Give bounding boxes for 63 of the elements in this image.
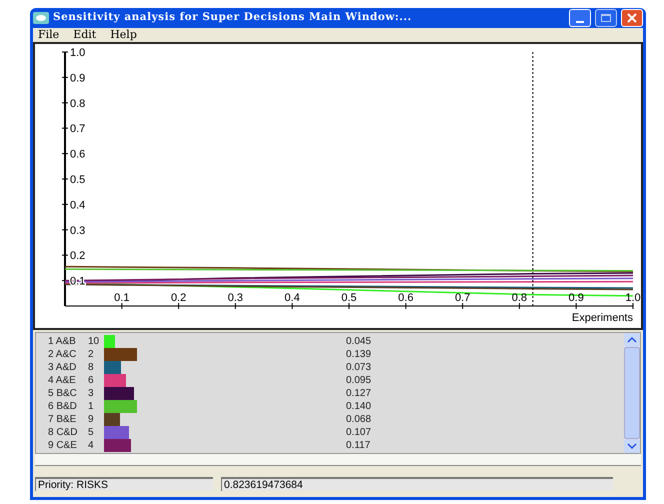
item-value: 0.095 bbox=[346, 374, 372, 388]
y-tick-label: 0.3 bbox=[70, 224, 86, 237]
y-tick-label: 0.4 bbox=[70, 199, 86, 212]
item-label: 2 A&C bbox=[47, 348, 78, 362]
scrollbar-thumb[interactable] bbox=[624, 347, 640, 439]
scroll-up-icon[interactable] bbox=[624, 333, 640, 347]
x-tick-label: 0.5 bbox=[341, 292, 357, 304]
x-tick-label: 0.1 bbox=[114, 292, 130, 304]
y-tick-label: 0.5 bbox=[70, 174, 86, 186]
item-label: 4 A&E bbox=[47, 374, 77, 388]
x-tick-label: 0.6 bbox=[398, 292, 414, 304]
item-rank: 3 bbox=[88, 387, 95, 401]
item-rank: 8 bbox=[88, 361, 95, 375]
y-tick-label: 0.8 bbox=[70, 98, 86, 110]
x-tick-label: 0.2 bbox=[170, 292, 186, 304]
item-label: 5 B&C bbox=[47, 387, 78, 401]
y-tick-label: 0.7 bbox=[70, 123, 86, 136]
minimize-button[interactable] bbox=[569, 9, 591, 27]
y-tick-label: 0.1 bbox=[70, 276, 86, 288]
item-label: 8 C&D bbox=[47, 426, 78, 440]
item-rank: 5 bbox=[88, 426, 95, 440]
item-label: 9 C&E bbox=[47, 439, 78, 453]
close-icon bbox=[627, 13, 637, 23]
menu-item[interactable]: Edit bbox=[73, 26, 96, 44]
priority-field: Priority: RISKS bbox=[35, 477, 213, 491]
item-value: 0.117 bbox=[346, 439, 370, 453]
item-value: 0.140 bbox=[346, 400, 372, 414]
x-axis-label: Experiments bbox=[572, 312, 633, 324]
y-tick-label: 0.2 bbox=[70, 250, 86, 262]
close-button[interactable] bbox=[621, 9, 643, 27]
item-label: 3 A&D bbox=[47, 361, 78, 375]
item-value: 0.139 bbox=[346, 348, 372, 362]
item-value: 0.127 bbox=[346, 387, 372, 401]
x-tick-label: 0.4 bbox=[284, 292, 300, 304]
menu-item[interactable]: Help bbox=[110, 26, 137, 44]
item-label: 6 B&D bbox=[47, 400, 78, 414]
item-value: 0.073 bbox=[346, 361, 372, 375]
item-rank: 10 bbox=[88, 335, 100, 349]
item-rank: 1 bbox=[88, 400, 95, 414]
item-label: 1 A&B bbox=[47, 335, 77, 349]
maximize-button[interactable] bbox=[595, 9, 617, 27]
y-tick-label: 0.6 bbox=[70, 148, 86, 161]
item-label: 7 B&E bbox=[47, 413, 78, 427]
vertical-scrollbar[interactable] bbox=[624, 333, 640, 453]
window-title: Sensitivity analysis for Super Decisions Main Window:... bbox=[53, 10, 413, 26]
item-rank: 4 bbox=[88, 439, 95, 453]
y-tick-label: 0.9 bbox=[70, 72, 86, 84]
menu-item[interactable]: File bbox=[38, 26, 60, 44]
item-value: 0.045 bbox=[346, 335, 372, 349]
item-value: 0.107 bbox=[346, 426, 372, 440]
item-rank: 9 bbox=[88, 413, 95, 427]
x-tick-label: 1.0 bbox=[625, 292, 641, 304]
x-tick-label: 0.7 bbox=[454, 292, 470, 304]
app-icon bbox=[33, 12, 49, 24]
y-tick-label: 1.0 bbox=[70, 47, 86, 59]
x-tick-label: 0.8 bbox=[512, 292, 528, 304]
scroll-down-icon[interactable] bbox=[624, 439, 640, 453]
item-value: 0.068 bbox=[346, 413, 372, 427]
horizontal-scrollbar[interactable] bbox=[35, 454, 641, 466]
item-rank: 6 bbox=[88, 374, 95, 388]
item-rank: 2 bbox=[88, 348, 95, 362]
value-field: 0.823619473684 bbox=[221, 477, 613, 491]
x-tick-label: 0.3 bbox=[228, 292, 244, 304]
